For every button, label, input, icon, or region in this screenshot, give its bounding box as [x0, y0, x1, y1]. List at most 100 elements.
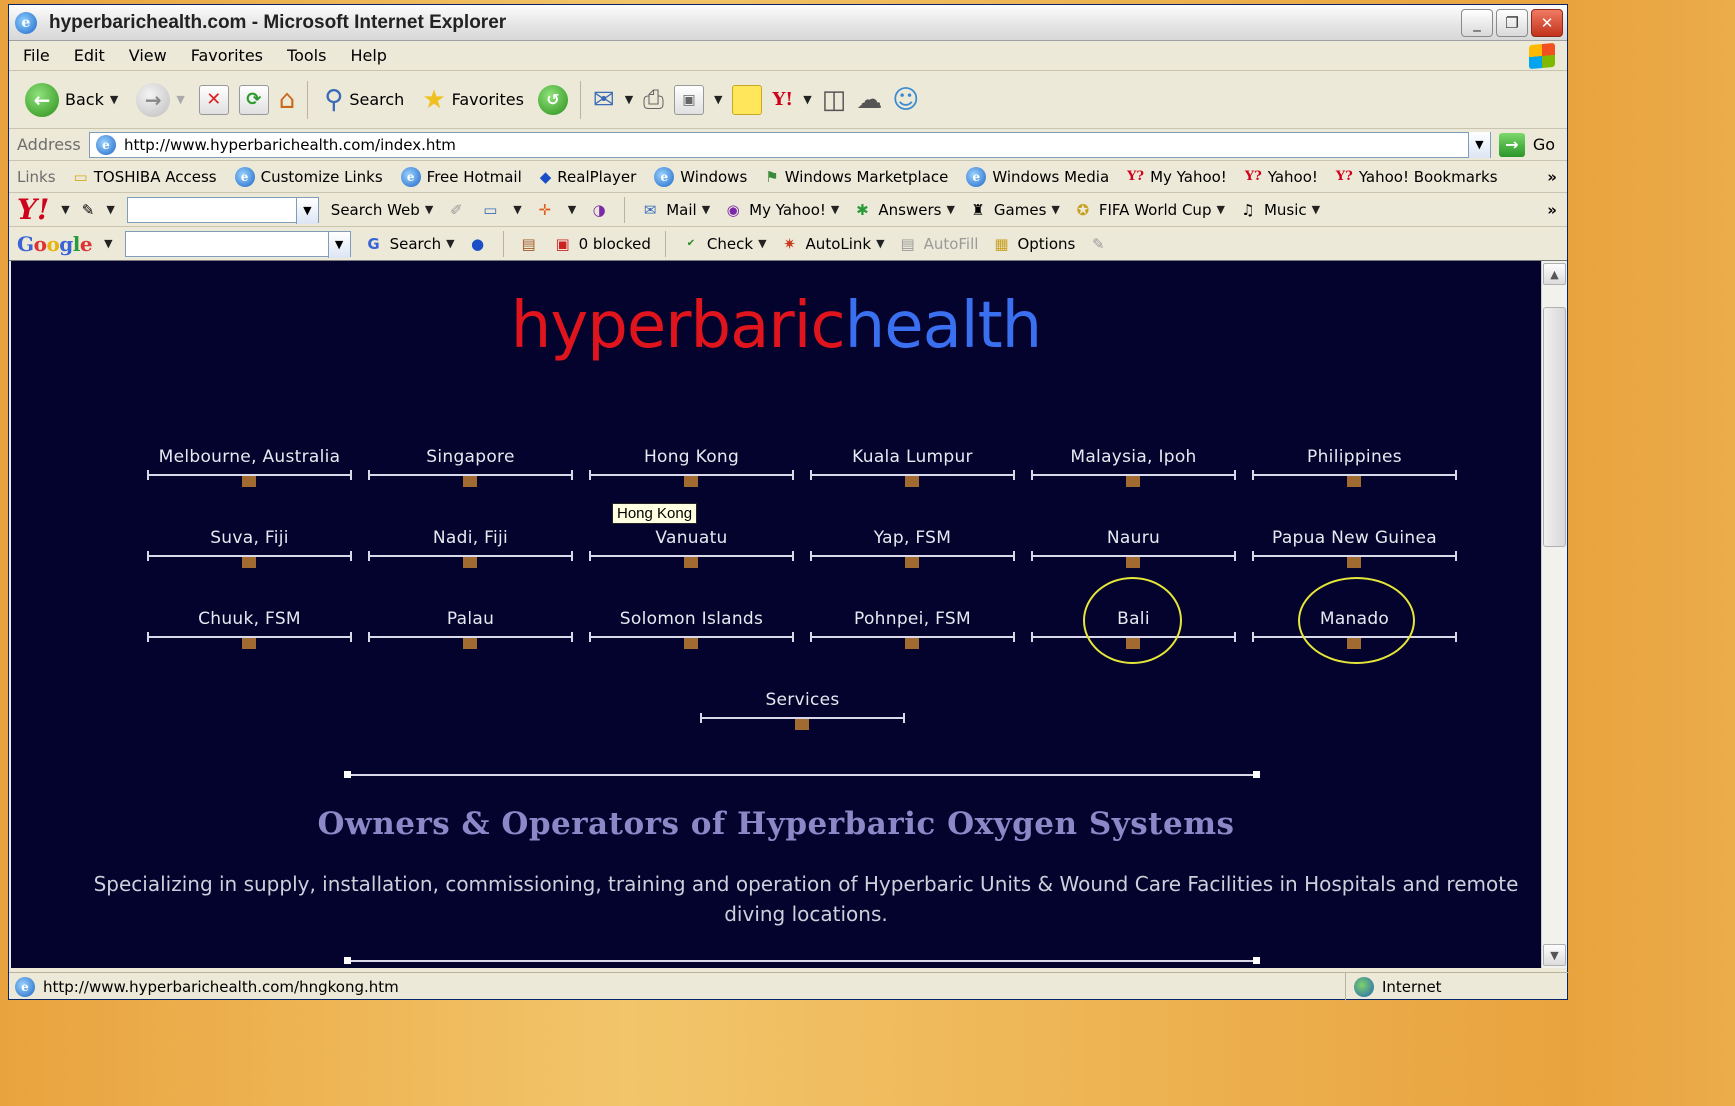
google-logo[interactable]: Google: [17, 232, 93, 256]
nav-link-pohnpei-fsm[interactable]: Pohnpei, FSM: [810, 609, 1015, 649]
nav-link-chuuk-fsm[interactable]: Chuuk, FSM: [147, 609, 352, 649]
link-windows-media[interactable]: e Windows Media: [966, 166, 1109, 187]
google-search-input[interactable]: ▼: [124, 230, 351, 258]
popup-blocker-icon[interactable]: ▭: [479, 199, 501, 221]
links-more-chevron-icon[interactable]: »: [1547, 168, 1567, 186]
fifa-dropdown-icon[interactable]: ▼: [1216, 203, 1224, 216]
menu-file[interactable]: File: [23, 46, 50, 65]
link-windows-marketplace[interactable]: ⚑ Windows Marketplace: [765, 168, 948, 186]
search-web-dropdown-icon[interactable]: ▼: [425, 203, 433, 216]
minimize-button[interactable]: _: [1461, 8, 1493, 37]
answers-dropdown-icon[interactable]: ▼: [946, 203, 954, 216]
yahoo-logo[interactable]: Y!: [17, 193, 49, 226]
print-icon[interactable]: ⎙: [643, 87, 664, 113]
close-button[interactable]: ✕: [1531, 8, 1563, 37]
refresh-icon[interactable]: ⟳: [238, 84, 269, 115]
yahoo-menu-dropdown-icon[interactable]: ▼: [61, 203, 69, 216]
mail-menu-dropdown-icon[interactable]: ▼: [702, 203, 710, 216]
address-input[interactable]: e http://www.hyperbarichealth.com/index.…: [89, 131, 1491, 158]
search-button[interactable]: ⚲ Search: [320, 80, 408, 120]
google-menu-dropdown-icon[interactable]: ▼: [104, 237, 112, 250]
forward-dropdown-icon[interactable]: ▼: [176, 93, 184, 106]
games-button[interactable]: ♜ Games ▼: [967, 199, 1060, 221]
yahoo-search-input[interactable]: ▼: [126, 196, 319, 224]
games-dropdown-icon[interactable]: ▼: [1051, 203, 1059, 216]
highlight-icon[interactable]: ✐: [445, 199, 467, 221]
google-search-dropdown-icon[interactable]: ▼: [327, 231, 350, 258]
answers-button[interactable]: ✱ Answers ▼: [851, 199, 955, 221]
nav-link-nauru[interactable]: Nauru: [1031, 528, 1236, 568]
link-customize-links[interactable]: e Customize Links: [234, 166, 383, 187]
scroll-down-arrow-icon[interactable]: ▼: [1543, 944, 1566, 966]
media-icon[interactable]: ◫: [822, 87, 847, 113]
link-yahoo[interactable]: Y? Yahoo!: [1245, 168, 1318, 186]
nav-link-solomon-islands[interactable]: Solomon Islands: [589, 609, 794, 649]
nav-link-malaysia-ipoh[interactable]: Malaysia, Ipoh: [1031, 447, 1236, 487]
my-yahoo-button[interactable]: ◉ My Yahoo! ▼: [722, 199, 840, 221]
popup-dropdown-icon[interactable]: ▼: [513, 203, 521, 216]
mail-dropdown-icon[interactable]: ▼: [625, 93, 633, 106]
nav-link-philippines[interactable]: Philippines: [1252, 447, 1457, 487]
address-dropdown-icon[interactable]: ▼: [1467, 131, 1490, 158]
contacts-icon[interactable]: ☺: [892, 87, 919, 113]
nav-link-palau[interactable]: Palau: [368, 609, 573, 649]
messenger-icon[interactable]: ☁: [856, 87, 882, 113]
pagerank-icon[interactable]: ▤: [518, 233, 540, 255]
link-windows[interactable]: e Windows: [654, 166, 747, 187]
menu-view[interactable]: View: [129, 46, 167, 65]
autolink-button[interactable]: ✷ AutoLink ▼: [779, 233, 884, 255]
edit-dropdown-icon[interactable]: ▼: [714, 93, 722, 106]
go-button[interactable]: → Go: [1491, 132, 1567, 157]
antispy-icon[interactable]: ✛: [534, 199, 556, 221]
yahoo-search-dropdown-icon[interactable]: ▼: [295, 197, 318, 224]
fifa-world-cup-button[interactable]: ✪ FIFA World Cup ▼: [1072, 199, 1225, 221]
yahoo-mail-button[interactable]: ✉ Mail ▼: [639, 199, 710, 221]
globe-search-icon[interactable]: ●: [467, 233, 489, 255]
music-dropdown-icon[interactable]: ▼: [1312, 203, 1320, 216]
nav-link-kuala-lumpur[interactable]: Kuala Lumpur: [810, 447, 1015, 487]
scroll-thumb[interactable]: [1543, 307, 1566, 547]
pencil-icon[interactable]: ✎: [82, 201, 95, 219]
vertical-scrollbar[interactable]: ▲ ▼: [1541, 261, 1567, 968]
menu-favorites[interactable]: Favorites: [191, 46, 263, 65]
antispy-dropdown-icon[interactable]: ▼: [568, 203, 576, 216]
yahoo-dropdown-icon[interactable]: ▼: [803, 93, 811, 106]
spell-check-button[interactable]: ✔ Check ▼: [680, 233, 767, 255]
stop-icon[interactable]: ✕: [198, 84, 229, 115]
link-yahoo-bookmarks[interactable]: Y? Yahoo! Bookmarks: [1336, 168, 1498, 186]
nav-link-suva-fiji[interactable]: Suva, Fiji: [147, 528, 352, 568]
link-toshiba-access[interactable]: ▭ TOSHIBA Access: [74, 168, 217, 186]
headphones-icon[interactable]: ◑: [588, 199, 610, 221]
yahoo-more-chevron-icon[interactable]: »: [1547, 201, 1567, 219]
link-my-yahoo[interactable]: Y? My Yahoo!: [1127, 168, 1227, 186]
search-web-button[interactable]: Search Web ▼: [331, 201, 433, 219]
home-icon[interactable]: ⌂: [279, 87, 296, 113]
my-yahoo-dropdown-icon[interactable]: ▼: [831, 203, 839, 216]
yahoo-icon[interactable]: Y!: [772, 89, 793, 110]
google-search-button[interactable]: G Search ▼: [363, 233, 454, 255]
favorites-button[interactable]: ★ Favorites: [418, 80, 528, 120]
pencil-dropdown-icon[interactable]: ▼: [106, 203, 114, 216]
highlighter-icon[interactable]: ✎: [1087, 233, 1109, 255]
forward-button[interactable]: → ▼: [132, 80, 188, 120]
menu-help[interactable]: Help: [350, 46, 386, 65]
nav-link-services[interactable]: Services: [700, 690, 905, 730]
restore-button[interactable]: ❐: [1496, 8, 1528, 37]
edit-page-icon[interactable]: ▣: [673, 84, 704, 115]
nav-link-melbourne[interactable]: Melbourne, Australia: [147, 447, 352, 487]
menu-edit[interactable]: Edit: [74, 46, 105, 65]
autofill-button[interactable]: ▤ AutoFill: [897, 233, 978, 255]
google-search-options-dropdown-icon[interactable]: ▼: [446, 237, 454, 250]
site-logo[interactable]: hyperbarichealth: [11, 289, 1541, 363]
scroll-up-arrow-icon[interactable]: ▲: [1543, 263, 1566, 285]
address-url[interactable]: http://www.hyperbarichealth.com/index.ht…: [124, 136, 456, 154]
note-icon[interactable]: [732, 84, 763, 115]
options-button[interactable]: ▦ Options: [990, 233, 1075, 255]
nav-link-yap-fsm[interactable]: Yap, FSM: [810, 528, 1015, 568]
nav-link-singapore[interactable]: Singapore: [368, 447, 573, 487]
mail-icon[interactable]: ✉: [593, 87, 615, 113]
nav-link-vanuatu[interactable]: Vanuatu: [589, 528, 794, 568]
back-dropdown-icon[interactable]: ▼: [110, 93, 118, 106]
nav-link-papua-new-guinea[interactable]: Papua New Guinea: [1252, 528, 1457, 568]
nav-link-hong-kong[interactable]: Hong Kong: [589, 447, 794, 487]
